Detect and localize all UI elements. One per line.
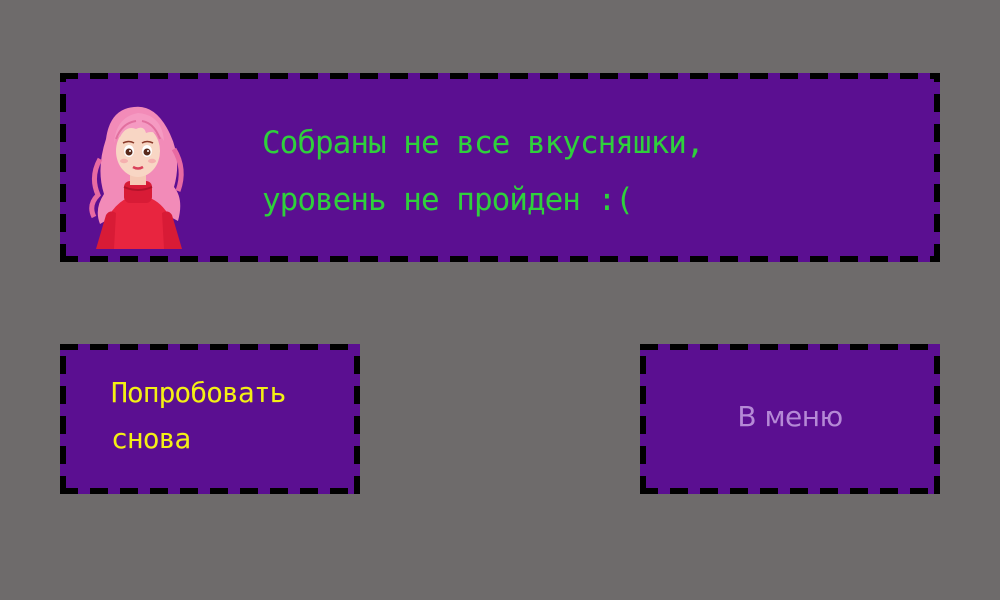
menu-button[interactable]: В меню bbox=[640, 344, 940, 494]
retry-label-line-1: Попробовать bbox=[111, 376, 286, 409]
retry-button-label: Попробовать снова bbox=[111, 370, 351, 462]
level-failed-message: Собраны не все вкусняшки, уровень не про… bbox=[262, 115, 902, 229]
message-line-2: уровень не пройден :( bbox=[262, 182, 634, 218]
retry-label-line-2: снова bbox=[111, 422, 191, 455]
menu-button-label: В меню bbox=[737, 400, 843, 433]
message-line-1: Собраны не все вкусняшки, bbox=[262, 125, 705, 161]
character-portrait-icon bbox=[89, 106, 184, 249]
retry-button[interactable]: Попробовать снова bbox=[60, 344, 360, 494]
message-panel: Собраны не все вкусняшки, уровень не про… bbox=[60, 73, 940, 262]
